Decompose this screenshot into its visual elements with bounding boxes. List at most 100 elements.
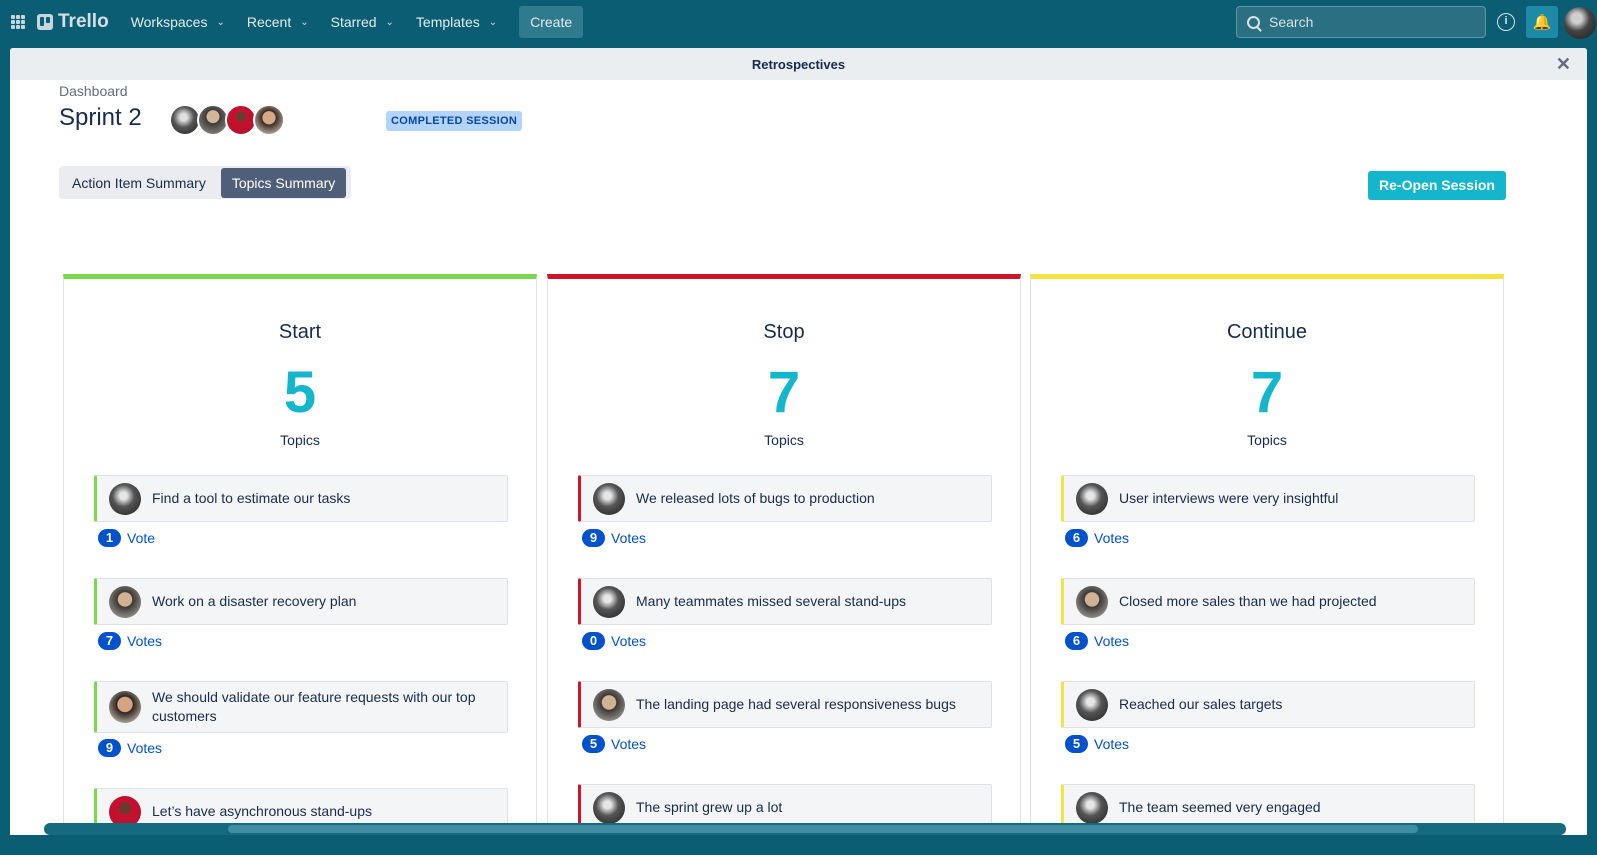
avatar — [593, 791, 625, 824]
top-navigation-bar: Trello Workspaces ⌄ Recent ⌄ Starred ⌄ Temp… — [0, 0, 1597, 44]
page-title: Sprint 2 — [59, 104, 142, 131]
chevron-down-icon: ⌄ — [385, 16, 394, 28]
topic-count: 7 — [767, 360, 801, 425]
topic-card[interactable]: Many teammates missed several stand-ups — [578, 578, 992, 625]
scrollbar-thumb[interactable] — [228, 825, 1418, 833]
vote-count[interactable]: 7 Votes — [98, 632, 162, 650]
topic-card[interactable]: We released lots of bugs to production — [578, 475, 992, 522]
vote-label: Votes — [611, 530, 647, 546]
topic-count-label: Topics — [1247, 432, 1287, 448]
topic-text: The sprint grew up a lot — [636, 799, 783, 815]
vote-label: Votes — [1094, 736, 1130, 752]
topic-text: We released lots of bugs to production — [636, 490, 875, 506]
vote-count[interactable]: 1 Vote — [98, 529, 155, 547]
topic-text: Work on a disaster recovery plan — [152, 593, 357, 609]
retrospectives-modal: Retrospectives ✕ Dashboard Sprint 2 COMP… — [10, 48, 1587, 835]
vote-number: 5 — [1065, 735, 1088, 753]
notifications-button[interactable]: 🔔 — [1526, 6, 1558, 38]
vote-count[interactable]: 6 Votes — [1065, 632, 1129, 650]
nav-recent[interactable]: Recent ⌄ — [247, 14, 309, 30]
vote-label: Votes — [1094, 530, 1130, 546]
topic-count-label: Topics — [280, 432, 320, 448]
vote-count[interactable]: 6 Votes — [1065, 529, 1129, 547]
vote-count[interactable]: 0 Votes — [582, 632, 646, 650]
app-name: Trello — [58, 11, 109, 32]
vote-number: 9 — [582, 529, 605, 547]
topic-card[interactable]: We should validate our feature requests … — [94, 681, 508, 733]
topic-text: Find a tool to estimate our tasks — [152, 490, 351, 506]
vote-number: 1 — [98, 529, 121, 547]
topic-card[interactable]: User interviews were very insightful — [1061, 475, 1475, 522]
avatar — [109, 691, 141, 723]
column-continue: Continue 7 Topics User interviews were v… — [1030, 274, 1504, 835]
search-input[interactable]: Search — [1236, 6, 1486, 38]
chevron-down-icon: ⌄ — [300, 16, 309, 28]
topic-count-label: Topics — [764, 432, 804, 448]
tab-topics-summary[interactable]: Topics Summary — [220, 167, 347, 198]
close-icon[interactable]: ✕ — [1556, 54, 1571, 75]
vote-label: Votes — [1094, 633, 1130, 649]
topic-card[interactable]: The landing page had several responsiven… — [578, 681, 992, 728]
topic-text: The landing page had several responsiven… — [636, 696, 956, 712]
nav-starred[interactable]: Starred ⌄ — [331, 14, 394, 30]
nav-workspaces-label: Workspaces — [130, 14, 208, 30]
search-icon — [1247, 15, 1260, 29]
nav-workspaces[interactable]: Workspaces ⌄ — [131, 14, 225, 30]
vote-number: 7 — [98, 632, 121, 650]
topic-count: 5 — [283, 360, 317, 425]
topic-text: Reached our sales targets — [1119, 696, 1283, 712]
vote-label: Vote — [127, 530, 156, 546]
vote-number: 0 — [582, 632, 605, 650]
summary-tabs: Action Item Summary Topics Summary — [59, 166, 351, 199]
nav-starred-label: Starred — [330, 14, 377, 30]
vote-number: 6 — [1065, 632, 1088, 650]
status-badge: COMPLETED SESSION — [386, 111, 523, 131]
topic-card[interactable]: Reached our sales targets — [1061, 681, 1475, 728]
topic-text: The team seemed very engaged — [1119, 799, 1321, 815]
vote-count[interactable]: 5 Votes — [1065, 735, 1129, 753]
modal-header: Retrospectives ✕ — [10, 48, 1587, 80]
chevron-down-icon: ⌄ — [216, 16, 225, 28]
avatar — [1076, 585, 1108, 618]
topic-text: We should validate our feature requests … — [152, 689, 476, 724]
avatar — [593, 688, 625, 721]
app-switcher-icon[interactable] — [11, 15, 25, 29]
topic-card[interactable]: Find a tool to estimate our tasks — [94, 475, 508, 522]
vote-label: Votes — [611, 633, 647, 649]
topic-card[interactable]: Closed more sales than we had projected — [1061, 578, 1475, 625]
avatar — [109, 482, 141, 515]
topic-card[interactable]: Work on a disaster recovery plan — [94, 578, 508, 625]
topic-count: 7 — [1250, 360, 1284, 425]
bell-icon: 🔔 — [1532, 14, 1552, 31]
nav-templates[interactable]: Templates ⌄ — [416, 14, 497, 30]
vote-number: 9 — [98, 739, 121, 757]
vote-number: 6 — [1065, 529, 1088, 547]
trello-logo[interactable]: Trello — [37, 11, 109, 33]
avatar[interactable] — [253, 104, 285, 136]
topic-text: Many teammates missed several stand-ups — [636, 593, 906, 609]
avatar — [1076, 791, 1108, 824]
column-stop: Stop 7 Topics We released lots of bugs t… — [547, 274, 1021, 835]
reopen-session-button[interactable]: Re-Open Session — [1368, 171, 1506, 200]
horizontal-scrollbar[interactable] — [44, 823, 1566, 835]
tab-action-item-summary[interactable]: Action Item Summary — [61, 168, 217, 198]
vote-count[interactable]: 9 Votes — [98, 739, 162, 757]
trello-logo-icon — [37, 14, 53, 30]
chevron-down-icon: ⌄ — [488, 16, 498, 28]
vote-count[interactable]: 9 Votes — [582, 529, 646, 547]
breadcrumb[interactable]: Dashboard — [59, 83, 128, 99]
user-avatar[interactable] — [1564, 7, 1596, 39]
topic-text: User interviews were very insightful — [1119, 490, 1339, 506]
topic-text: Closed more sales than we had projected — [1119, 593, 1377, 609]
vote-count[interactable]: 5 Votes — [582, 735, 646, 753]
vote-number: 5 — [582, 735, 605, 753]
create-button[interactable]: Create — [519, 6, 584, 38]
vote-label: Votes — [127, 633, 163, 649]
nav-recent-label: Recent — [246, 14, 292, 30]
info-icon[interactable]: i — [1497, 13, 1515, 31]
vote-label: Votes — [127, 740, 163, 756]
search-placeholder: Search — [1269, 14, 1314, 30]
column-title: Start — [278, 321, 322, 343]
vote-label: Votes — [611, 736, 647, 752]
member-avatars — [169, 104, 285, 136]
